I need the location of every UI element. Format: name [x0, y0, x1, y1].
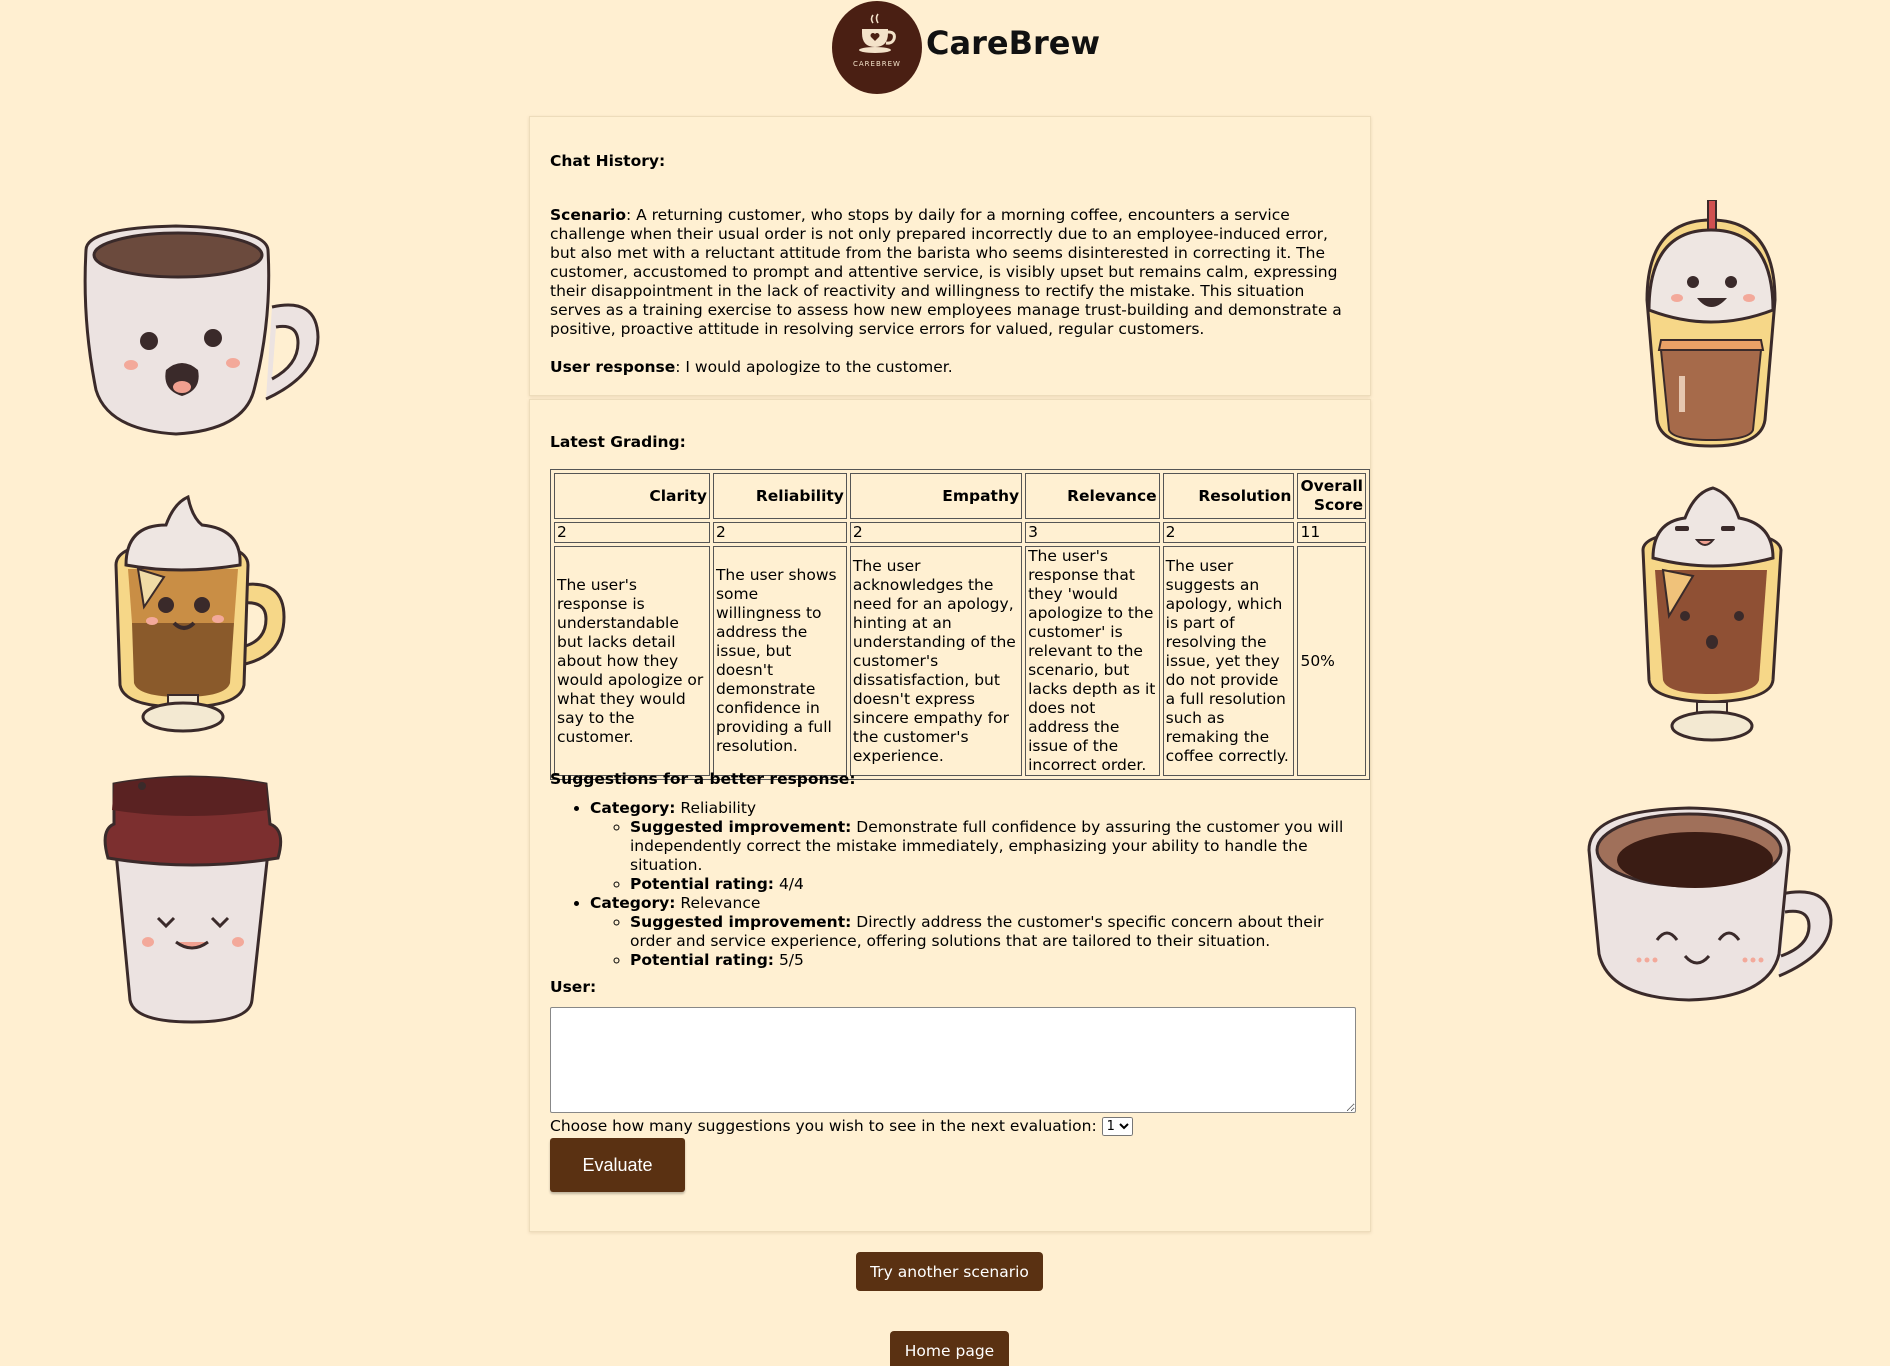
suggestion-count-row: Choose how many suggestions you wish to … — [550, 1117, 1133, 1136]
grading-header-row: Clarity Reliability Empathy Relevance Re… — [554, 473, 1366, 519]
rating-label: Potential rating: — [630, 875, 775, 893]
header-overall-score: Overall Score — [1297, 473, 1366, 519]
category-label: Category: — [590, 799, 676, 817]
grading-table: Clarity Reliability Empathy Relevance Re… — [550, 469, 1370, 780]
user-response: User response: I would apologize to the … — [550, 358, 953, 377]
comment-empathy: The user acknowledges the need for an ap… — [849, 546, 1023, 776]
rating-label: Potential rating: — [630, 951, 775, 969]
header-clarity: Clarity — [554, 473, 710, 519]
improvement-label: Suggested improvement: — [630, 818, 852, 836]
category-label: Category: — [590, 894, 676, 912]
score-reliability: 2 — [712, 522, 847, 543]
header-relevance: Relevance — [1025, 473, 1160, 519]
try-another-scenario-button[interactable]: Try another scenario — [856, 1252, 1043, 1291]
evaluate-button[interactable]: Evaluate — [550, 1138, 685, 1192]
scenario-label: Scenario — [550, 206, 626, 224]
suggestions-list: Category: Reliability Suggested improvem… — [550, 799, 1350, 970]
carebrew-logo: CAREBREW — [832, 1, 922, 94]
user-response-label: User response — [550, 358, 676, 376]
header-reliability: Reliability — [712, 473, 847, 519]
latest-grading-title: Latest Grading: — [550, 433, 686, 451]
takeaway-cup-illustration — [103, 775, 283, 1024]
user-response-text: : I would apologize to the customer. — [675, 358, 953, 376]
suggested-improvement: Suggested improvement: Directly address … — [630, 913, 1350, 951]
header-empathy: Empathy — [849, 473, 1023, 519]
mug-cup-illustration — [83, 224, 320, 436]
scenario-text: Scenario: A returning customer, who stop… — [550, 206, 1350, 339]
grading-scores-row: 2 2 2 3 2 11 — [554, 522, 1366, 543]
home-page-button[interactable]: Home page — [890, 1331, 1009, 1366]
suggestion-details: Suggested improvement: Directly address … — [590, 913, 1350, 970]
suggested-improvement: Suggested improvement: Demonstrate full … — [630, 818, 1350, 875]
mocha-glass-illustration — [1641, 486, 1783, 742]
scenario-body: : A returning customer, who stops by dai… — [550, 206, 1342, 338]
coffee-mug-illustration — [1587, 806, 1833, 1002]
score-clarity: 2 — [554, 522, 710, 543]
suggestions-title: Suggestions for a better response: — [550, 770, 856, 788]
chat-history-title: Chat History: — [550, 152, 666, 170]
suggestion-details: Suggested improvement: Demonstrate full … — [590, 818, 1350, 894]
suggestion-count-select[interactable]: 1 — [1101, 1117, 1133, 1136]
suggestion-count-label: Choose how many suggestions you wish to … — [550, 1117, 1097, 1135]
score-overall: 11 — [1297, 522, 1366, 543]
iced-coffee-illustration — [1645, 200, 1777, 448]
brand-title: CareBrew — [926, 24, 1100, 62]
user-input-label: User: — [550, 978, 597, 996]
category-value: Relevance — [675, 894, 761, 912]
score-resolution: 2 — [1162, 522, 1295, 543]
rating-value: 5/5 — [774, 951, 804, 969]
potential-rating: Potential rating: 5/5 — [630, 951, 1350, 970]
user-response-input[interactable] — [550, 1007, 1356, 1113]
comment-reliability: The user shows some willingness to addre… — [712, 546, 847, 776]
grading-card: Latest Grading: Clarity Reliability Empa… — [529, 399, 1371, 1232]
rating-value: 4/4 — [774, 875, 804, 893]
category-value: Reliability — [675, 799, 757, 817]
score-relevance: 3 — [1025, 522, 1160, 543]
grading-comments-row: The user's response is understandable bu… — [554, 546, 1366, 776]
comment-resolution: The user suggests an apology, which is p… — [1162, 546, 1295, 776]
header-resolution: Resolution — [1162, 473, 1295, 519]
comment-overall-percent: 50% — [1297, 546, 1366, 776]
comment-relevance: The user's response that they 'would apo… — [1025, 546, 1160, 776]
score-empathy: 2 — [849, 522, 1023, 543]
page: CAREBREW CareBrew Chat History: Scenario… — [0, 0, 1890, 1366]
coffee-cup-icon — [859, 13, 896, 53]
latte-glass-illustration — [114, 494, 286, 733]
suggestions-section: Suggestions for a better response: Categ… — [550, 770, 1350, 970]
suggestion-item: Category: Relevance Suggested improvemen… — [590, 894, 1350, 970]
suggestion-item: Category: Reliability Suggested improvem… — [590, 799, 1350, 894]
chat-history-card: Chat History: Scenario: A returning cust… — [529, 116, 1371, 396]
comment-clarity: The user's response is understandable bu… — [554, 546, 710, 776]
potential-rating: Potential rating: 4/4 — [630, 875, 1350, 894]
logo-text: CAREBREW — [853, 60, 901, 68]
improvement-label: Suggested improvement: — [630, 913, 852, 931]
